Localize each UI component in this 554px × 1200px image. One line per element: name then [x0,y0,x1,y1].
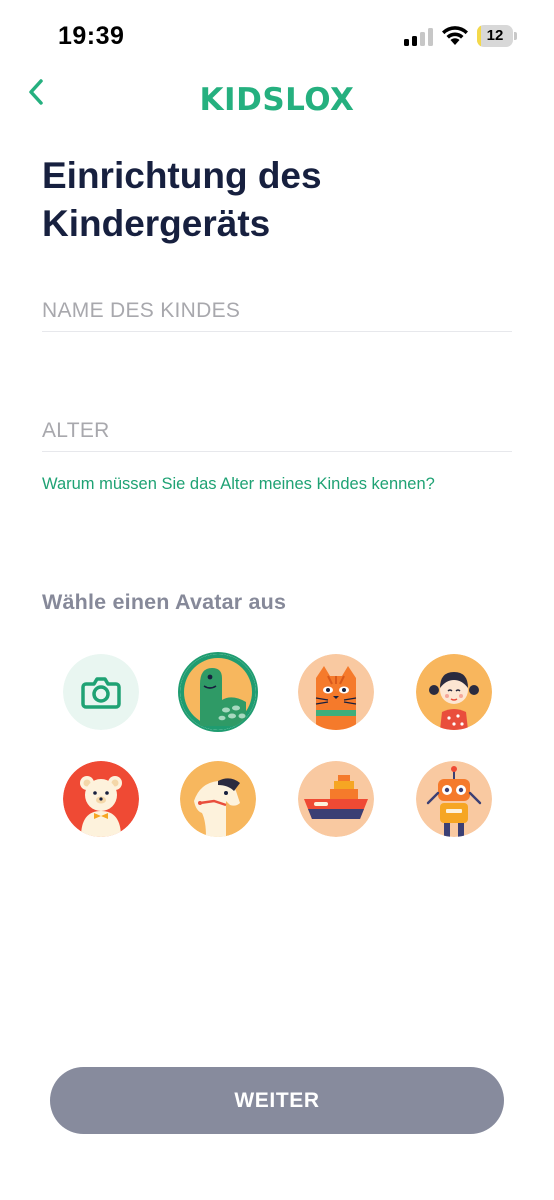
child-name-field [42,272,512,332]
avatar-heading: Wähle einen Avatar aus [42,590,287,614]
battery-indicator: 12 [477,25,517,47]
avatar-ship-button[interactable] [298,761,374,837]
ship-icon [298,761,374,837]
age-help-link[interactable]: Warum müssen Sie das Alter meines Kindes… [42,475,435,494]
kidslox-logo: KIDSLOX [0,78,554,123]
avatar-dinosaur-button[interactable] [180,654,256,730]
child-name-input[interactable] [42,299,512,323]
page-title: Einrichtung des Kindergeräts [42,155,322,244]
age-field [42,392,512,452]
cellular-signal-icon [404,28,433,46]
avatar-cat-button[interactable] [298,654,374,730]
avatar-robot-button[interactable] [416,761,492,837]
avatar-camera-button[interactable] [63,654,139,730]
teddy-bear-icon [63,761,139,837]
avatar-doll-button[interactable] [416,654,492,730]
status-bar: 19:39 12 [0,0,554,70]
next-button[interactable]: WEITER [50,1067,504,1134]
battery-level: 12 [486,27,504,44]
camera-icon [63,654,139,730]
cat-icon [298,654,374,730]
dinosaur-icon [180,654,256,730]
avatar-teddy-bear-button[interactable] [63,761,139,837]
doll-icon [416,654,492,730]
avatar-rocking-horse-button[interactable] [180,761,256,837]
robot-icon [416,761,492,837]
age-input[interactable] [42,419,512,443]
status-time: 19:39 [58,22,125,50]
logo-text: KIDSLOX [200,82,355,118]
wifi-icon [442,26,468,45]
horse-icon [180,761,256,837]
